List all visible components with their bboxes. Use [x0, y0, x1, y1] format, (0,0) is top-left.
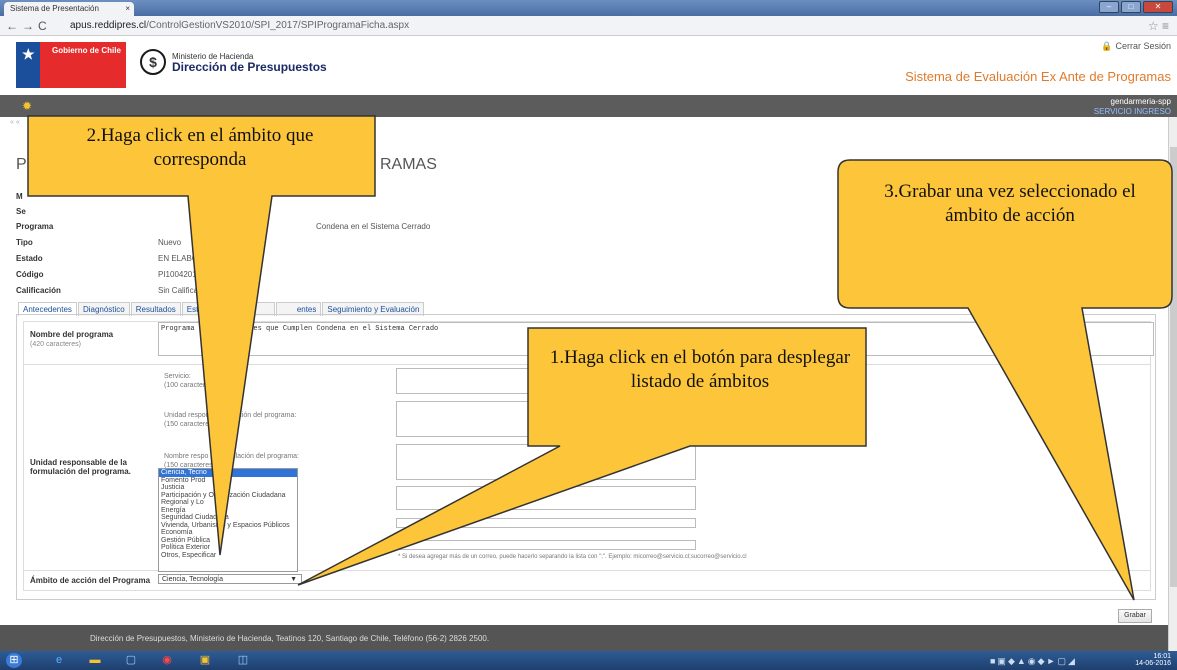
- direccion-text: Dirección de Presupuestos: [172, 60, 327, 74]
- scrollbar-thumb[interactable]: [1170, 147, 1177, 587]
- field-value: EN ELABORACIÓN IN: [158, 254, 240, 263]
- callout-3-text: 3.Grabar una vez seleccionado el ámbito …: [884, 181, 1136, 226]
- star-icon: ★: [22, 46, 35, 62]
- page-title: P: [16, 156, 27, 173]
- unidad-responsable-input[interactable]: [396, 401, 696, 437]
- ambito-label: Ámbito de acción del Programa: [30, 576, 151, 585]
- ambito-option[interactable]: Economía: [159, 529, 297, 537]
- page-scrollbar[interactable]: [1168, 117, 1177, 651]
- window-controls: – □ ✕: [1099, 1, 1173, 13]
- system-tray-icons[interactable]: ■▣◆▲◉◆►▢◢: [990, 656, 1077, 667]
- user-name: gendarmeria-spp: [1110, 97, 1171, 106]
- windows-taskbar: ⊞ e ▬ ▢ ◉ ▣ ◫ ■▣◆▲◉◆►▢◢ 16:01 14-06-2016: [0, 651, 1177, 670]
- ambito-option[interactable]: Energía: [159, 507, 297, 515]
- maximize-button[interactable]: □: [1121, 1, 1141, 13]
- chevron-down-icon[interactable]: ▼: [290, 575, 297, 584]
- grabar-button[interactable]: Grabar: [1118, 609, 1152, 623]
- close-window-button[interactable]: ✕: [1143, 1, 1173, 13]
- tab-close-icon[interactable]: ×: [125, 4, 130, 13]
- field-label: M: [16, 192, 23, 201]
- ambito-option[interactable]: Seguridad Ciudadana: [159, 514, 297, 522]
- page-title-end: RAMAS: [380, 156, 437, 173]
- correo-hint: * Si desea agregar más de un correo, pue…: [398, 554, 747, 560]
- field-label: Programa: [16, 222, 54, 231]
- home-icon[interactable]: ✹: [22, 99, 32, 113]
- system-title: Sistema de Evaluación Ex Ante de Program…: [905, 69, 1171, 84]
- callout-1-text: 1.Haga click en el botón para desplegar …: [549, 347, 851, 392]
- nombre-responsable-input[interactable]: [396, 444, 696, 480]
- unidad-responsable-small-label: Unidad respons formulación del programa:…: [164, 412, 297, 428]
- field-value: Sin Calificación y/o V: [158, 286, 234, 295]
- ambito-option[interactable]: Regional y Lo: [159, 499, 297, 507]
- page-footer: Dirección de Presupuestos, Ministerio de…: [0, 625, 1168, 651]
- unidad-responsable-label: Unidad responsable de la formulación del…: [30, 458, 131, 476]
- cerrar-sesion-link[interactable]: 🔒 Cerrar Sesión: [1101, 41, 1171, 52]
- explorer-icon[interactable]: ▣: [194, 653, 216, 668]
- browser-tab[interactable]: Sistema de Presentación ×: [4, 2, 134, 16]
- nombre-programa-label: Nombre del programa (420 caracteres): [30, 330, 114, 348]
- user-bar: ✹ gendarmeria-spp SERVICIO INGRESO: [0, 95, 1177, 117]
- chrome-icon[interactable]: ◉: [156, 653, 178, 668]
- dollar-logo-icon: $: [140, 49, 166, 75]
- folder-icon[interactable]: ▬: [84, 653, 106, 668]
- telefono-input[interactable]: [396, 518, 696, 528]
- field-label: Calificación: [16, 286, 61, 295]
- field-label: Tipo: [16, 238, 33, 247]
- ambito-option[interactable]: Vivienda, Urbanismo y Espacios Públicos: [159, 522, 297, 530]
- site-header: ★ Gobierno de Chile $ Ministerio de Hacie…: [0, 37, 1177, 95]
- field-value: Condena en el Sistema Cerrado: [316, 222, 431, 231]
- url-host: apus.reddipres.cl: [70, 20, 147, 31]
- user-info: gendarmeria-spp SERVICIO INGRESO: [1094, 97, 1171, 117]
- field-value: PI100420170007986: [158, 270, 233, 279]
- ambito-option[interactable]: Ciencia, Tecno: [159, 469, 297, 477]
- clock: 16:01 14-06-2016: [1135, 653, 1171, 667]
- app-icon[interactable]: ▢: [120, 653, 142, 668]
- minimize-button[interactable]: –: [1099, 1, 1119, 13]
- start-icon[interactable]: ⊞: [6, 653, 22, 668]
- cargo-input[interactable]: [396, 486, 696, 510]
- url-field[interactable]: apus.reddipres.cl/ControlGestionVS2010/S…: [70, 20, 409, 31]
- correo-input[interactable]: [396, 540, 696, 550]
- window-icon[interactable]: ◫: [232, 653, 254, 668]
- field-label: Se: [16, 207, 26, 216]
- ambito-selected-value: Ciencia, Tecnología: [162, 576, 223, 583]
- field-value: Nuevo: [158, 238, 182, 247]
- ambito-option[interactable]: Política Exterior: [159, 544, 297, 552]
- ambito-option[interactable]: Fomento Prod: [159, 477, 297, 485]
- browser-titlebar: Sistema de Presentación × – □ ✕: [0, 0, 1177, 16]
- ambito-option[interactable]: Justicia: [159, 484, 297, 492]
- nav-arrows-icon[interactable]: ←→C: [6, 19, 51, 33]
- user-role: SERVICIO INGRESO: [1093, 107, 1171, 116]
- bookmark-star-icon[interactable]: ☆ ≡: [1148, 19, 1169, 33]
- ambito-select[interactable]: Ciencia, Tecnología ▼: [158, 574, 302, 584]
- dipres-logo: $ Ministerio de Hacienda Dirección de Pr…: [140, 49, 327, 75]
- ambito-dropdown-list[interactable]: Ciencia, Tecno Fomento Prod Justicia Par…: [158, 468, 298, 572]
- gobierno-logo: ★ Gobierno de Chile: [16, 42, 126, 88]
- url-path: /ControlGestionVS2010/SPI_2017/SPIProgra…: [146, 20, 410, 31]
- field-label: Estado: [16, 254, 43, 263]
- ambito-option[interactable]: Participación y Organización Ciudadana: [159, 492, 297, 500]
- callout-2-text: 2.Haga click en el ámbito que correspond…: [86, 125, 314, 170]
- back-link[interactable]: « «: [10, 119, 20, 126]
- lock-icon: 🔒: [1101, 41, 1113, 51]
- tab-title: Sistema de Presentación: [10, 4, 99, 13]
- ie-icon[interactable]: e: [48, 653, 70, 668]
- address-bar: ←→C apus.reddipres.cl/ControlGestionVS20…: [0, 16, 1177, 36]
- servicio-label: Servicio: (100 caracteres): [164, 373, 215, 389]
- ambito-option[interactable]: Gestión Pública: [159, 537, 297, 545]
- ambito-option[interactable]: Otros, Especificar: [159, 552, 297, 560]
- field-label: Código: [16, 270, 44, 279]
